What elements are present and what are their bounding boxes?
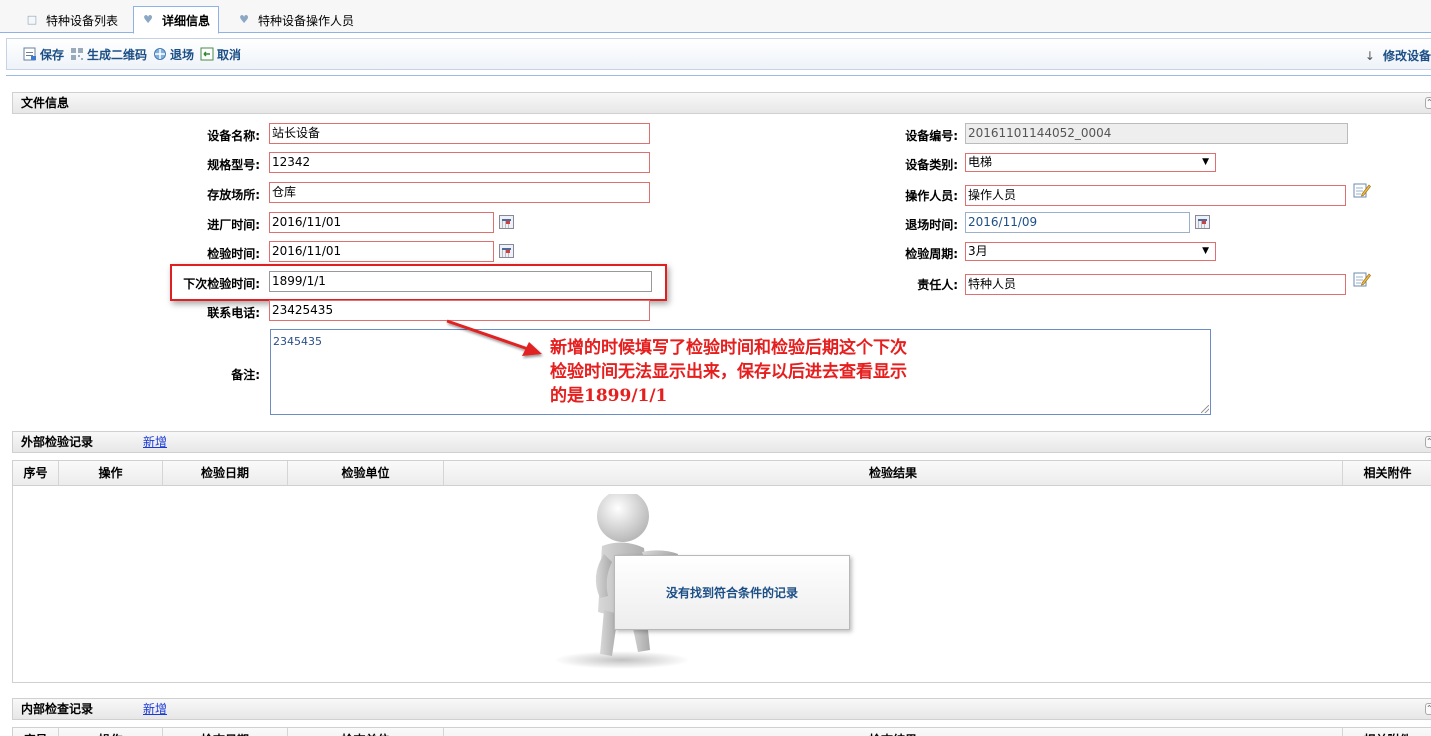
external-records-header: 外部检验记录 新增 ⌃ [12, 431, 1431, 453]
edit-icon[interactable] [1353, 270, 1371, 288]
link-icon: ♥ [239, 13, 249, 26]
location-label: 存放场所: [207, 188, 260, 202]
calendar-icon[interactable] [499, 215, 514, 229]
highlight-box [170, 264, 667, 301]
dropdown-arrow-icon: ▼ [1202, 157, 1209, 167]
internal-records-header: 内部检查记录 新增 ⌃ [12, 698, 1431, 720]
collapse-icon[interactable]: ⌃ [1425, 97, 1431, 109]
panel-title: 文件信息 [21, 96, 70, 110]
column-header[interactable]: 检查单位 [288, 728, 444, 736]
empty-message: 没有找到符合条件的记录 [665, 586, 798, 600]
external-grid-header: 序号 操作 检验日期 检验单位 检验结果 相关附件 [12, 460, 1431, 486]
dropdown-arrow-icon: ▼ [1202, 246, 1209, 256]
column-header[interactable]: 检查日期 [163, 728, 288, 736]
exit-button[interactable]: 退场 [153, 46, 194, 63]
annotation-note: 新增的时候填写了检验时间和检验后期这个下次 检验时间无法显示出来，保存以后进去查… [550, 338, 907, 406]
resize-grip-icon[interactable] [1201, 405, 1209, 413]
annotation-arrow [446, 319, 542, 356]
category-select[interactable]: 电梯 ▼ [965, 153, 1216, 172]
document-icon: □ [26, 13, 38, 26]
device-no-label: 设备编号: [905, 129, 958, 143]
calendar-icon[interactable] [499, 244, 514, 258]
location-input[interactable]: 仓库 [269, 182, 650, 203]
add-external-link[interactable]: 新增 [143, 432, 167, 452]
exit-icon [154, 48, 167, 60]
arrow-down-icon: ↓ [1364, 49, 1375, 63]
inspect-time-input[interactable]: 2016/11/01 [269, 241, 494, 262]
empty-state-card: 没有找到符合条件的记录 [614, 555, 850, 630]
phone-label: 联系电话: [207, 306, 260, 320]
add-internal-link[interactable]: 新增 [143, 699, 167, 719]
cancel-icon [200, 47, 214, 61]
tab-label: 特种设备操作人员 [258, 13, 355, 28]
column-header[interactable]: 检验结果 [444, 461, 1343, 485]
internal-grid-header: 序号 操作 检查日期 检查单位 检查结果 相关附件 [12, 727, 1431, 736]
column-header[interactable]: 序号 [13, 461, 59, 485]
operator-label: 操作人员: [905, 189, 958, 203]
exit-time-input[interactable]: 2016/11/09 [965, 212, 1190, 233]
owner-input[interactable]: 特种人员 [965, 274, 1346, 295]
device-name-label: 设备名称: [207, 129, 260, 143]
column-header[interactable]: 检验单位 [288, 461, 444, 485]
column-header[interactable]: 检验日期 [163, 461, 288, 485]
model-input[interactable]: 12342 [269, 152, 650, 173]
column-header[interactable]: 序号 [13, 728, 59, 736]
save-icon [23, 47, 36, 61]
owner-label: 责任人: [917, 278, 958, 292]
panel-title: 内部检查记录 [21, 702, 94, 716]
calendar-icon[interactable] [1195, 215, 1210, 229]
column-header[interactable]: 相关附件 [1343, 461, 1431, 485]
tab-label: 详细信息 [162, 13, 211, 28]
panel-title: 外部检验记录 [21, 435, 94, 449]
column-header[interactable]: 相关附件 [1343, 728, 1431, 736]
column-header[interactable]: 检查结果 [444, 728, 1343, 736]
divider [6, 75, 1431, 76]
link-icon: ♥ [143, 13, 153, 26]
toolbar: 保存 生成二维码 退场 取消 ↓ 修改设备 [6, 38, 1431, 70]
save-button[interactable]: 保存 [23, 46, 64, 63]
tab-details[interactable]: ♥ 详细信息 [133, 6, 220, 34]
operator-input[interactable]: 操作人员 [965, 185, 1346, 206]
collapse-icon[interactable]: ⌃ [1425, 703, 1431, 715]
cancel-button[interactable]: 取消 [200, 46, 241, 63]
edit-icon[interactable] [1353, 181, 1371, 199]
tab-label: 特种设备列表 [46, 13, 119, 28]
device-name-input[interactable]: 站长设备 [269, 123, 650, 144]
collapse-icon[interactable]: ⌃ [1425, 436, 1431, 448]
generate-qrcode-button[interactable]: 生成二维码 [70, 46, 147, 63]
inspect-time-label: 检验时间: [207, 247, 260, 261]
exit-time-label: 退场时间: [905, 218, 958, 232]
qrcode-icon [71, 48, 84, 60]
period-select[interactable]: 3月 ▼ [965, 242, 1216, 261]
model-label: 规格型号: [207, 158, 260, 172]
file-info-header: 文件信息 ⌃ [12, 92, 1431, 114]
entry-time-label: 进厂时间: [207, 218, 260, 232]
edit-device-button[interactable]: ↓ 修改设备 [1365, 47, 1431, 64]
remark-label: 备注: [231, 368, 260, 382]
period-label: 检验周期: [905, 247, 958, 261]
tab-bar: □ 特种设备列表 ♥ 详细信息 ♥ 特种设备操作人员 [0, 0, 1431, 34]
tab-operators[interactable]: ♥ 特种设备操作人员 [230, 7, 362, 33]
entry-time-input[interactable]: 2016/11/01 [269, 212, 494, 233]
column-header[interactable]: 操作 [59, 461, 163, 485]
category-label: 设备类别: [905, 158, 958, 172]
device-no-input: 20161101144052_0004 [965, 123, 1348, 144]
column-header[interactable]: 操作 [59, 728, 163, 736]
tab-device-list[interactable]: □ 特种设备列表 [18, 7, 126, 33]
